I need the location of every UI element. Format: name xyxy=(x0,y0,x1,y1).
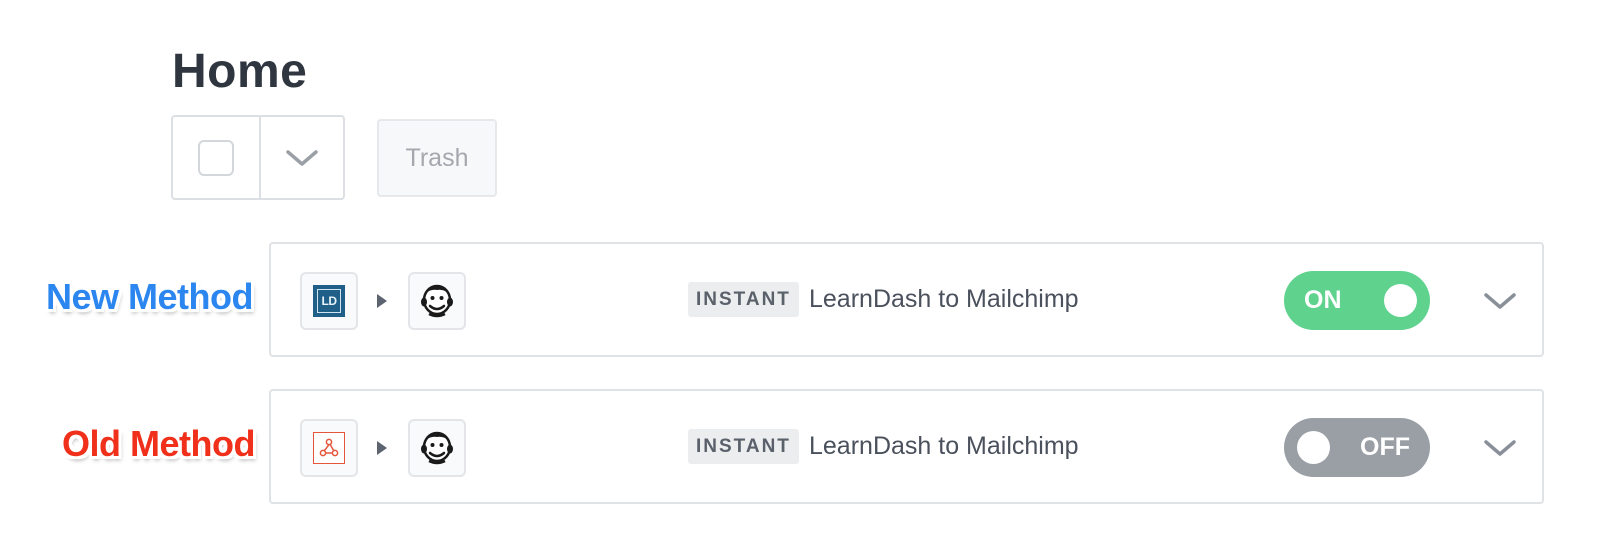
annotation-new-method: New Method xyxy=(46,276,254,317)
webhook-logo-icon xyxy=(313,432,345,464)
trash-button[interactable]: Trash xyxy=(377,119,497,197)
zap-row[interactable]: LD INSTANT LearnDash to Mailchimp ON xyxy=(269,242,1544,357)
zap-status-toggle[interactable]: ON xyxy=(1284,271,1430,330)
step-arrow-icon xyxy=(377,294,387,308)
select-all-checkbox[interactable] xyxy=(198,139,234,176)
action-app-icon xyxy=(408,419,466,477)
bulk-select-dropdown[interactable] xyxy=(261,117,343,198)
webhook-glyph-icon xyxy=(319,438,339,457)
chevron-down-icon xyxy=(1484,440,1516,456)
learndash-logo-icon: LD xyxy=(313,285,345,317)
mailchimp-logo-icon xyxy=(421,284,453,318)
toggle-knob xyxy=(1297,431,1330,464)
bulk-select-control xyxy=(171,115,345,200)
row-expand-button[interactable] xyxy=(1478,284,1522,318)
zap-title[interactable]: LearnDash to Mailchimp xyxy=(809,431,1079,461)
zap-status-toggle[interactable]: OFF xyxy=(1284,418,1430,477)
toggle-label: OFF xyxy=(1360,433,1410,461)
zap-row[interactable]: INSTANT LearnDash to Mailchimp OFF xyxy=(269,389,1544,504)
step-arrow-icon xyxy=(377,441,387,455)
toggle-label: ON xyxy=(1304,286,1342,314)
learndash-logo-text: LD xyxy=(317,289,341,313)
trigger-app-icon: LD xyxy=(300,272,358,330)
annotation-old-method: Old Method xyxy=(62,423,255,464)
instant-badge: INSTANT xyxy=(688,429,799,464)
trigger-app-icon xyxy=(300,419,358,477)
toggle-knob xyxy=(1384,284,1417,317)
mailchimp-logo-icon xyxy=(421,431,453,465)
zap-title[interactable]: LearnDash to Mailchimp xyxy=(809,284,1079,314)
action-app-icon xyxy=(408,272,466,330)
page-title: Home xyxy=(172,45,308,99)
chevron-down-icon xyxy=(1484,293,1516,309)
chevron-down-icon xyxy=(286,149,318,166)
row-expand-button[interactable] xyxy=(1478,431,1522,465)
instant-badge: INSTANT xyxy=(688,282,799,317)
select-all-cell xyxy=(173,117,261,198)
